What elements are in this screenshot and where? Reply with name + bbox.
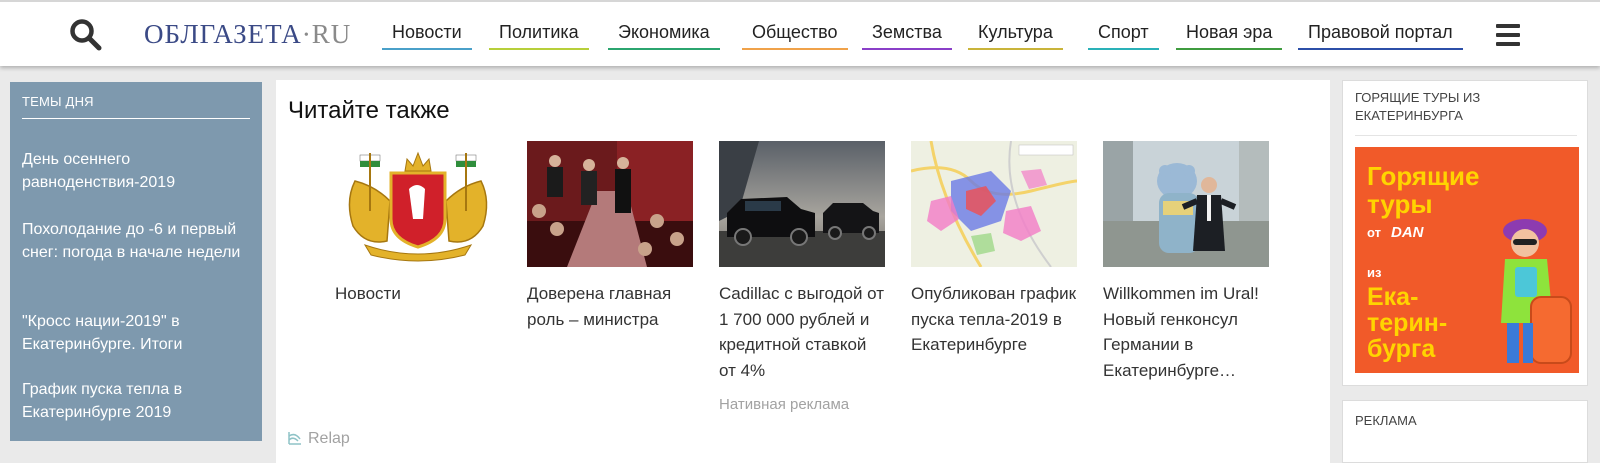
nav-item-label: Спорт xyxy=(1098,22,1149,42)
site-header: ОБЛГАЗЕТА •RU Новости Политика Экономика … xyxy=(0,0,1600,66)
nav-item-label: Новости xyxy=(392,22,462,42)
relap-credit[interactable]: Relap xyxy=(288,430,350,448)
banner-line2: туры xyxy=(1367,189,1433,219)
search-button[interactable] xyxy=(68,17,104,53)
nav-item-label: Земства xyxy=(872,22,942,42)
nav-underline xyxy=(608,48,720,50)
nav-underline xyxy=(382,48,472,50)
theme-item[interactable]: График пуска тепла в Екатеринбурге 2019 xyxy=(22,378,252,424)
nav-item-news[interactable]: Новости xyxy=(382,22,472,50)
card-caption: Доверена главная роль – министра xyxy=(527,284,672,329)
section-title: Читайте также xyxy=(288,97,450,124)
card-caption: Willkommen im Ural! Новый генконсул Герм… xyxy=(1103,284,1259,380)
nav-underline xyxy=(862,48,952,50)
card-caption: Новости xyxy=(335,284,401,303)
banner-city3: бурга xyxy=(1367,335,1436,363)
nav-underline xyxy=(1088,48,1159,50)
hot-tours-title: ГОРЯЩИЕ ТУРЫ ИЗ ЕКАТЕРИНБУРГА xyxy=(1355,89,1577,136)
article-card[interactable]: Новости xyxy=(335,141,501,307)
theater-audience-image xyxy=(527,141,693,267)
themes-of-day: ТЕМЫ ДНЯ День осеннего равноденствия-201… xyxy=(10,82,262,441)
nav-item-label: Политика xyxy=(499,22,579,42)
site-logo[interactable]: ОБЛГАЗЕТА •RU xyxy=(144,19,351,50)
banner-iz: из xyxy=(1367,265,1382,280)
card-caption: Опубликован график пуска тепла-2019 в Ек… xyxy=(911,284,1077,354)
nav-underline xyxy=(489,48,589,50)
logo-tld: RU xyxy=(311,19,352,49)
card-caption: Cadillac с выгодой от 1 700 000 рублей и… xyxy=(719,284,885,380)
ads-block: РЕКЛАМА xyxy=(1342,400,1588,463)
nav-item-new-era[interactable]: Новая эра xyxy=(1176,22,1283,50)
nav-underline xyxy=(742,48,848,50)
article-card[interactable]: Доверена главная роль – министра xyxy=(527,141,693,332)
theme-item[interactable]: День осеннего равноденствия-2019 xyxy=(22,148,252,194)
nav-item-label: Культура xyxy=(978,22,1053,42)
banner-graphic: Горящие туры от DAN из Ека- терин- бурга xyxy=(1355,147,1579,373)
nav-item-label: Правовой портал xyxy=(1308,22,1453,42)
coat-of-arms-image xyxy=(335,141,501,267)
theme-item[interactable]: Похолодание до -6 и первый снег: погода … xyxy=(22,218,252,264)
nav-item-economy[interactable]: Экономика xyxy=(608,22,720,50)
search-icon xyxy=(70,19,102,51)
hamburger-menu-icon[interactable] xyxy=(1496,24,1520,46)
consul-bear-image xyxy=(1103,141,1269,267)
nav-item-legal-portal[interactable]: Правовой портал xyxy=(1298,22,1463,50)
hot-tours-banner[interactable]: Горящие туры от DAN из Ека- терин- бурга xyxy=(1355,147,1579,373)
logo-dot: • xyxy=(303,28,310,43)
relap-label: Relap xyxy=(308,430,350,447)
banner-from: от xyxy=(1367,225,1381,240)
article-card[interactable]: Опубликован график пуска тепла-2019 в Ек… xyxy=(911,141,1077,358)
nav-item-culture[interactable]: Культура xyxy=(968,22,1063,50)
logo-main: ОБЛГАЗЕТА xyxy=(144,19,302,49)
nav-underline xyxy=(968,48,1063,50)
nav-item-label: Общество xyxy=(752,22,838,42)
nav-item-sport[interactable]: Спорт xyxy=(1088,22,1159,50)
nav-item-label: Экономика xyxy=(618,22,710,42)
article-card[interactable]: Cadillac с выгодой от 1 700 000 рублей и… xyxy=(719,141,885,383)
banner-line1: Горящие xyxy=(1367,161,1479,191)
cadillac-suvs-image xyxy=(719,141,885,267)
nav-item-zemstva[interactable]: Земства xyxy=(862,22,952,50)
hot-tours-block: ГОРЯЩИЕ ТУРЫ ИЗ ЕКАТЕРИНБУРГА Горящие ту… xyxy=(1342,80,1588,386)
read-also-block: Читайте также Новости Доверена главная р… xyxy=(276,80,1330,463)
nav-underline xyxy=(1176,48,1283,50)
banner-city2: терин- xyxy=(1367,309,1447,337)
nav-item-society[interactable]: Общество xyxy=(742,22,848,50)
city-map-image xyxy=(911,141,1077,267)
banner-brand: DAN xyxy=(1391,224,1425,241)
theme-item[interactable]: "Кросс нации-2019" в Екатеринбурге. Итог… xyxy=(22,310,252,356)
nav-item-label: Новая эра xyxy=(1186,22,1273,42)
ads-title: РЕКЛАМА xyxy=(1355,413,1417,428)
nav-underline xyxy=(1298,48,1463,50)
nav-item-politics[interactable]: Политика xyxy=(489,22,589,50)
themes-title: ТЕМЫ ДНЯ xyxy=(22,94,250,119)
native-ad-label[interactable]: Нативная реклама xyxy=(719,396,849,413)
relap-icon xyxy=(288,432,301,445)
banner-city1: Ека- xyxy=(1367,283,1418,311)
article-card[interactable]: Willkommen im Ural! Новый генконсул Герм… xyxy=(1103,141,1269,383)
